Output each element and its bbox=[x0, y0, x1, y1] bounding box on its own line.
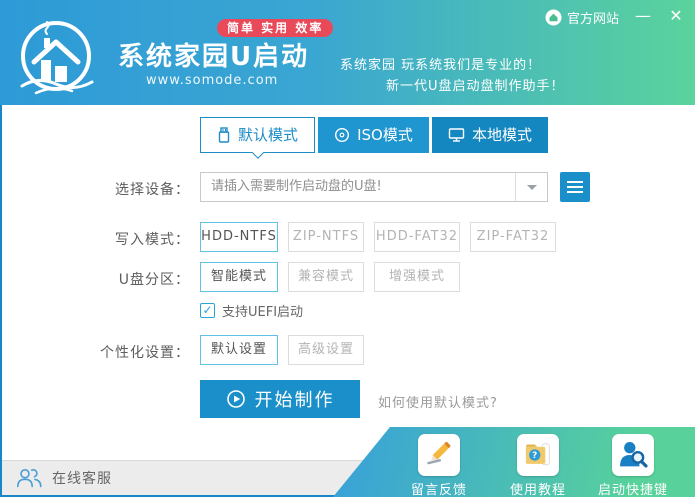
tab-label: 默认模式 bbox=[237, 126, 298, 144]
tab-iso-mode[interactable]: ISO模式 bbox=[318, 117, 429, 153]
hamburger-icon bbox=[567, 181, 583, 183]
online-service-label: 在线客服 bbox=[52, 470, 112, 487]
window-border-left bbox=[0, 105, 2, 497]
iso-disc-icon bbox=[335, 127, 350, 143]
minimize-button[interactable]: — bbox=[631, 4, 655, 28]
device-list-button[interactable] bbox=[560, 172, 590, 202]
device-select[interactable]: 请插入需要制作启动盘的U盘! bbox=[200, 172, 548, 202]
start-button-label: 开始制作 bbox=[254, 390, 335, 411]
personalize-options: 默认设置 高级设置 bbox=[200, 335, 364, 365]
tutorial-button[interactable]: ? 使用教程 bbox=[498, 434, 578, 497]
tab-label: ISO模式 bbox=[357, 126, 413, 144]
start-button[interactable]: 开始制作 bbox=[200, 380, 360, 418]
mode-tabs: 默认模式 ISO模式 本地模式 bbox=[200, 117, 548, 153]
online-service-button[interactable]: 在线客服 bbox=[16, 467, 112, 488]
uefi-label: 支持UEFI启动 bbox=[222, 305, 304, 320]
option-advanced-settings[interactable]: 高级设置 bbox=[288, 335, 364, 365]
tab-label: 本地模式 bbox=[471, 126, 532, 144]
monitor-icon bbox=[448, 128, 465, 142]
uefi-checkbox-row[interactable]: ✓ 支持UEFI启动 bbox=[200, 301, 303, 320]
write-mode-label: 写入模式： bbox=[115, 232, 190, 248]
app-logo-icon bbox=[20, 21, 94, 95]
option-zip-fat32[interactable]: ZIP-FAT32 bbox=[470, 222, 556, 252]
partition-options: 智能模式 兼容模式 增强模式 bbox=[200, 262, 460, 292]
app-url: www.somode.com bbox=[146, 73, 279, 88]
feedback-label: 留言反馈 bbox=[410, 483, 467, 497]
official-site-label: 官方网站 bbox=[567, 12, 620, 27]
tab-default-mode[interactable]: 默认模式 bbox=[200, 117, 315, 153]
device-select-caret-zone[interactable] bbox=[515, 173, 547, 201]
boot-hotkey-label: 启动快捷键 bbox=[597, 483, 668, 497]
svg-text:?: ? bbox=[532, 451, 537, 461]
tab-local-mode[interactable]: 本地模式 bbox=[432, 117, 548, 153]
device-select-placeholder: 请插入需要制作启动盘的U盘! bbox=[211, 179, 382, 194]
option-zip-ntfs[interactable]: ZIP-NTFS bbox=[288, 222, 364, 252]
play-icon bbox=[226, 390, 245, 408]
option-compat-mode[interactable]: 兼容模式 bbox=[288, 262, 364, 292]
feedback-button[interactable]: 留言反馈 bbox=[399, 434, 479, 497]
option-default-settings[interactable]: 默认设置 bbox=[200, 335, 278, 365]
close-button[interactable]: ✕ bbox=[664, 4, 688, 28]
tutorial-icon: ? bbox=[517, 434, 559, 476]
official-site-link[interactable]: 官方网站 bbox=[545, 8, 619, 27]
app-title: 系统家园U启动 bbox=[118, 42, 310, 72]
personalize-label: 个性化设置： bbox=[100, 345, 190, 361]
device-label: 选择设备： bbox=[115, 182, 190, 198]
write-mode-options: HDD-NTFS ZIP-NTFS HDD-FAT32 ZIP-FAT32 bbox=[200, 222, 556, 252]
slogan-line2: 新一代U盘启动盘制作助手！ bbox=[386, 79, 565, 94]
feedback-icon bbox=[418, 434, 460, 476]
boot-hotkey-icon bbox=[612, 434, 654, 476]
usb-icon bbox=[218, 127, 230, 143]
option-enhanced-mode[interactable]: 增强模式 bbox=[374, 262, 460, 292]
boot-hotkey-button[interactable]: 启动快捷键 bbox=[593, 434, 673, 497]
option-smart-mode[interactable]: 智能模式 bbox=[200, 262, 278, 292]
official-site-icon bbox=[545, 9, 562, 26]
partition-label: U盘分区： bbox=[118, 272, 190, 288]
tutorial-label: 使用教程 bbox=[509, 483, 566, 497]
uefi-checkbox[interactable]: ✓ bbox=[200, 303, 215, 318]
customer-service-icon bbox=[16, 468, 42, 488]
feature-badge: 简单 实用 效率 bbox=[217, 19, 334, 37]
chevron-down-icon bbox=[527, 185, 537, 190]
option-hdd-ntfs[interactable]: HDD-NTFS bbox=[200, 222, 278, 252]
option-hdd-fat32[interactable]: HDD-FAT32 bbox=[374, 222, 460, 252]
app-header: 系统家园U启动 www.somode.com 简单 实用 效率 系统家园 玩系统… bbox=[0, 0, 695, 105]
slogan-line1: 系统家园 玩系统我们是专业的！ bbox=[340, 58, 542, 73]
footer-wedge: 留言反馈 ? 使用教程 启动快捷键 bbox=[333, 427, 695, 497]
help-link[interactable]: 如何使用默认模式? bbox=[378, 392, 498, 411]
app-window: 系统家园U启动 www.somode.com 简单 实用 效率 系统家园 玩系统… bbox=[0, 0, 695, 497]
